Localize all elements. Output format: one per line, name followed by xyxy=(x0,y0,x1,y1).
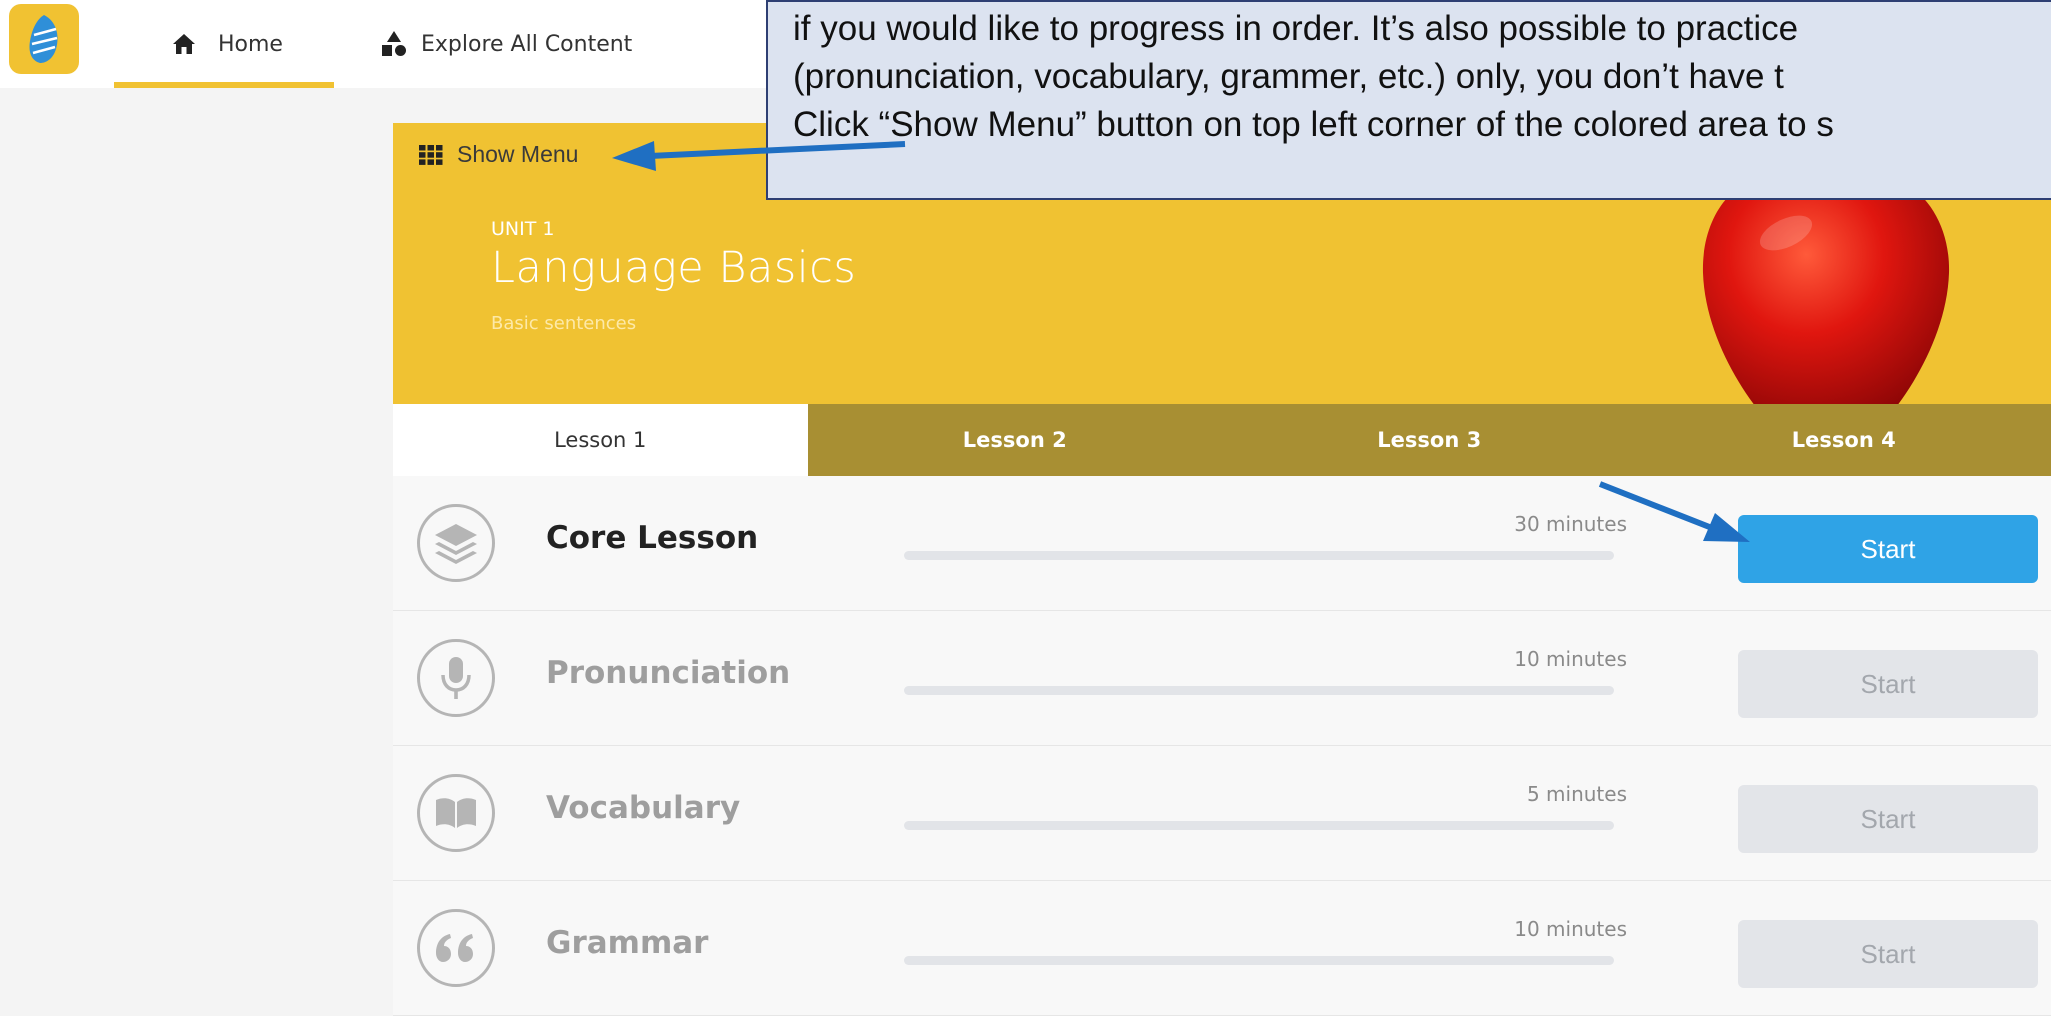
lesson-row-pronunciation: Pronunciation 10 minutes Start xyxy=(393,611,2051,746)
lesson-name: Vocabulary xyxy=(546,790,740,826)
lesson-duration: 5 minutes xyxy=(1527,782,1627,806)
quote-icon xyxy=(417,909,495,987)
unit-subtitle: Basic sentences xyxy=(491,313,636,334)
lesson-name: Pronunciation xyxy=(546,655,790,691)
show-menu-label: Show Menu xyxy=(457,141,578,168)
unit-title: Language Basics xyxy=(491,243,856,293)
show-menu-button[interactable]: Show Menu xyxy=(419,141,578,168)
tab-lesson-1[interactable]: Lesson 1 xyxy=(393,404,808,476)
grid-menu-icon xyxy=(419,145,443,165)
unit-number: UNIT 1 xyxy=(491,218,554,240)
nav-home-active-indicator xyxy=(114,82,334,88)
start-button-grammar[interactable]: Start xyxy=(1738,920,2038,988)
start-button-vocabulary[interactable]: Start xyxy=(1738,785,2038,853)
lesson-progress-bar xyxy=(904,551,1614,560)
nav-explore-all-content[interactable]: Explore All Content xyxy=(381,0,632,88)
lesson-progress-bar xyxy=(904,686,1614,695)
shapes-icon xyxy=(381,30,407,58)
rosetta-stone-logo-icon xyxy=(26,13,62,65)
nav-home[interactable]: Home xyxy=(114,0,334,88)
lesson-tabs: Lesson 1 Lesson 2 Lesson 3 Lesson 4 xyxy=(393,404,2051,476)
unit-panel: Show Menu UNIT 1 Language Basics Basic s… xyxy=(393,123,2051,1008)
callout-line-3: Click “Show Menu” button on top left cor… xyxy=(793,103,1834,146)
lesson-progress-bar xyxy=(904,956,1614,965)
lesson-duration: 10 minutes xyxy=(1514,917,1627,941)
callout-line-1: if you would like to progress in order. … xyxy=(793,7,1798,50)
lesson-duration: 30 minutes xyxy=(1514,512,1627,536)
lesson-name: Core Lesson xyxy=(546,520,758,556)
tab-lesson-4[interactable]: Lesson 4 xyxy=(1637,404,2051,476)
nav-explore-label: Explore All Content xyxy=(421,32,632,57)
lesson-duration: 10 minutes xyxy=(1514,647,1627,671)
app-logo[interactable] xyxy=(9,4,79,74)
tab-lesson-2[interactable]: Lesson 2 xyxy=(808,404,1223,476)
book-icon xyxy=(417,774,495,852)
tutorial-callout: if you would like to progress in order. … xyxy=(766,0,2051,200)
lesson-row-core-lesson: Core Lesson 30 minutes Start xyxy=(393,476,2051,611)
nav-home-label: Home xyxy=(218,32,283,57)
callout-line-2: (pronunciation, vocabulary, grammer, etc… xyxy=(793,55,1784,98)
tab-lesson-3[interactable]: Lesson 3 xyxy=(1222,404,1637,476)
layers-icon xyxy=(417,504,495,582)
lesson-row-vocabulary: Vocabulary 5 minutes Start xyxy=(393,746,2051,881)
home-icon xyxy=(172,33,196,55)
lesson-row-grammar: Grammar 10 minutes Start xyxy=(393,881,2051,1016)
start-button-core-lesson[interactable]: Start xyxy=(1738,515,2038,583)
lesson-name: Grammar xyxy=(546,925,708,961)
microphone-icon xyxy=(417,639,495,717)
lesson-progress-bar xyxy=(904,821,1614,830)
start-button-pronunciation[interactable]: Start xyxy=(1738,650,2038,718)
